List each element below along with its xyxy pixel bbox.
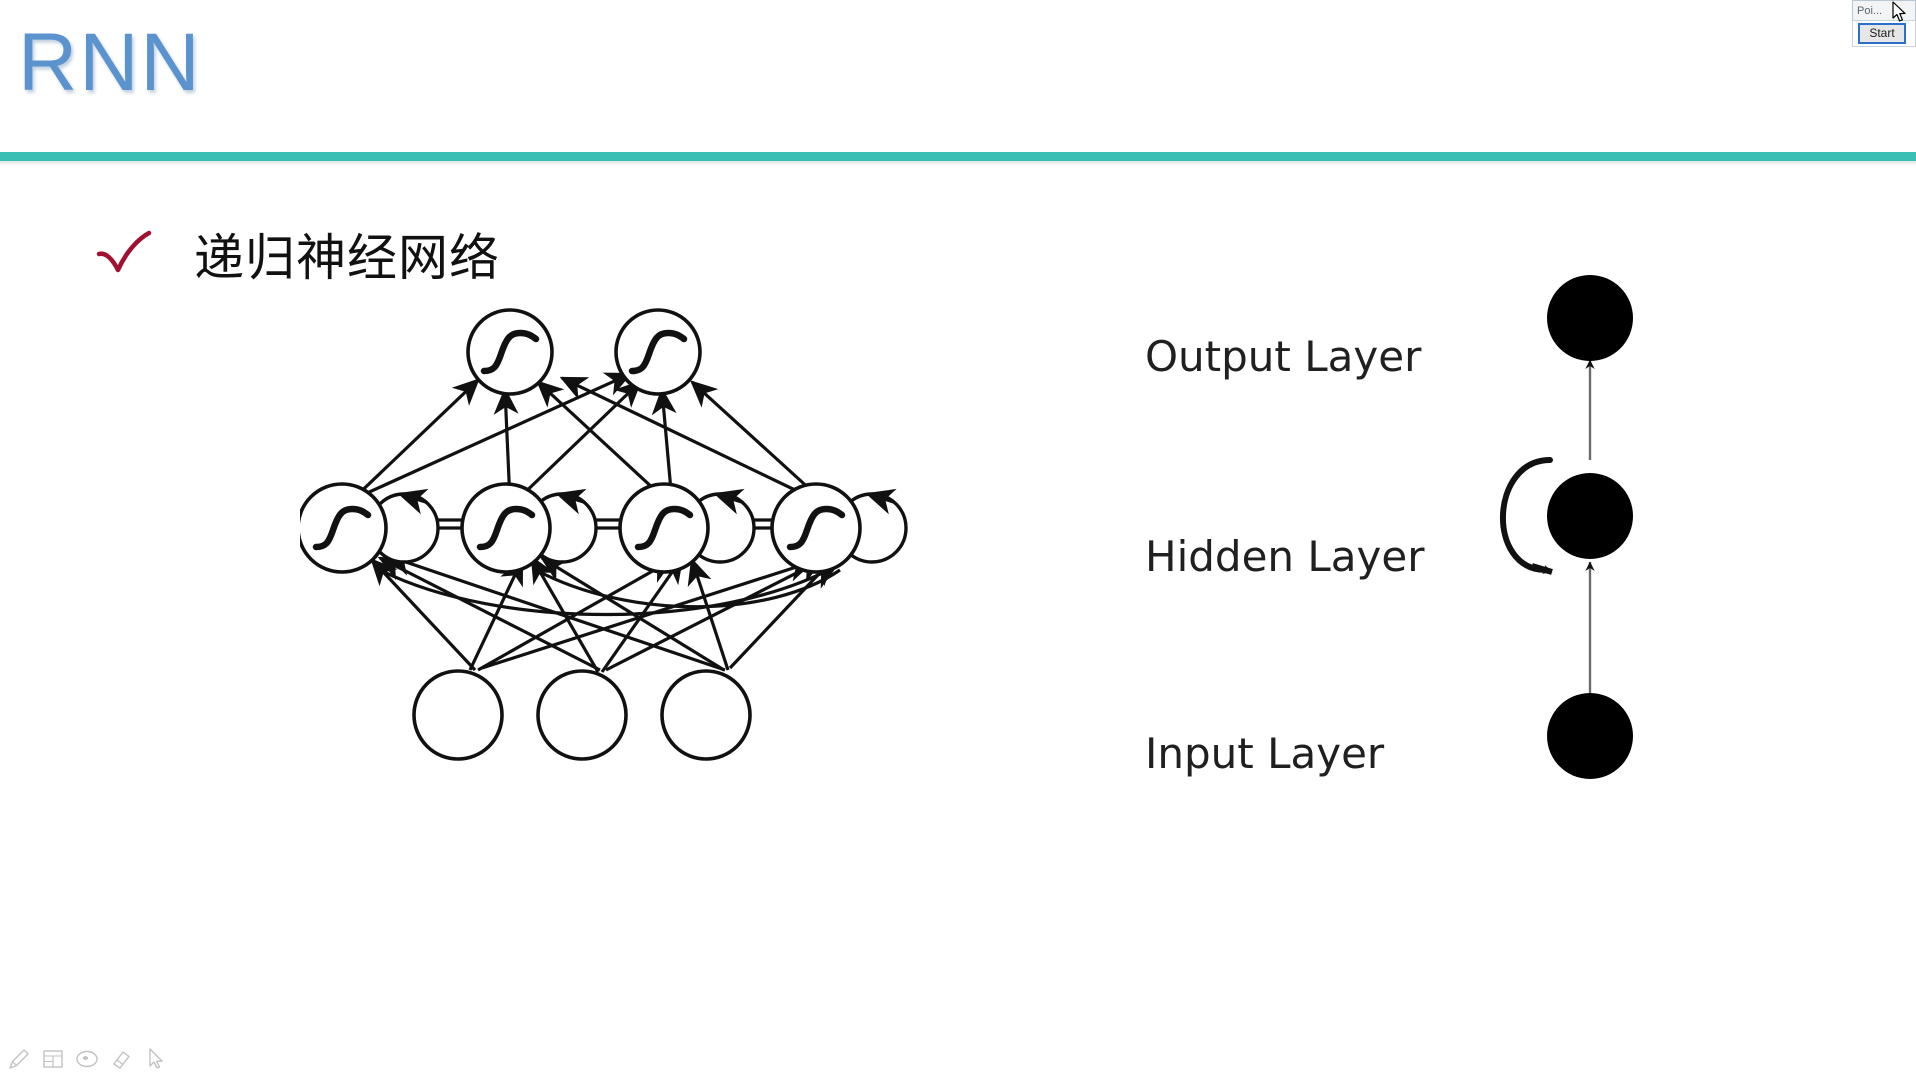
- layer-label-column: Output Layer Hidden Layer Input Layer: [1120, 270, 1540, 970]
- pen-icon[interactable]: [6, 1046, 32, 1072]
- eraser-icon[interactable]: [108, 1046, 134, 1072]
- floating-presenter-widget[interactable]: Poi... Start: [1840, 0, 1916, 48]
- slide-grid-icon[interactable]: [40, 1046, 66, 1072]
- title-divider: [0, 152, 1916, 161]
- output-neuron: [466, 308, 554, 396]
- hidden-neuron: [770, 482, 862, 574]
- rnn-hidden-node: [1547, 473, 1633, 559]
- rnn-input-node: [1547, 693, 1633, 779]
- folded-rnn-diagram: [1500, 275, 1633, 779]
- hidden-neuron: [460, 482, 552, 574]
- input-neuron: [660, 669, 752, 761]
- rnn-output-node: [1547, 275, 1633, 361]
- diagram-figure: Output Layer Hidden Layer Input Layer: [0, 270, 1916, 970]
- title-divider-shadow: [0, 161, 1916, 166]
- mouse-cursor-icon: [1892, 1, 1906, 22]
- rnn-architecture-diagram: [300, 308, 908, 761]
- ellipse-icon[interactable]: [74, 1046, 100, 1072]
- hidden-layer-label: Hidden Layer: [1145, 532, 1425, 581]
- input-neuron: [536, 669, 628, 761]
- ink-toolbar: [6, 1042, 168, 1076]
- start-button[interactable]: Start: [1858, 23, 1906, 44]
- input-neuron: [412, 669, 504, 761]
- output-layer-label: Output Layer: [1145, 332, 1422, 381]
- page-title: RNN: [18, 17, 202, 108]
- pointer-icon[interactable]: [142, 1046, 168, 1072]
- hidden-neuron: [618, 482, 710, 574]
- widget-title-label: Poi...: [1857, 4, 1883, 17]
- output-neuron: [614, 308, 702, 396]
- input-layer-label: Input Layer: [1145, 729, 1385, 778]
- hidden-neuron: [300, 482, 388, 574]
